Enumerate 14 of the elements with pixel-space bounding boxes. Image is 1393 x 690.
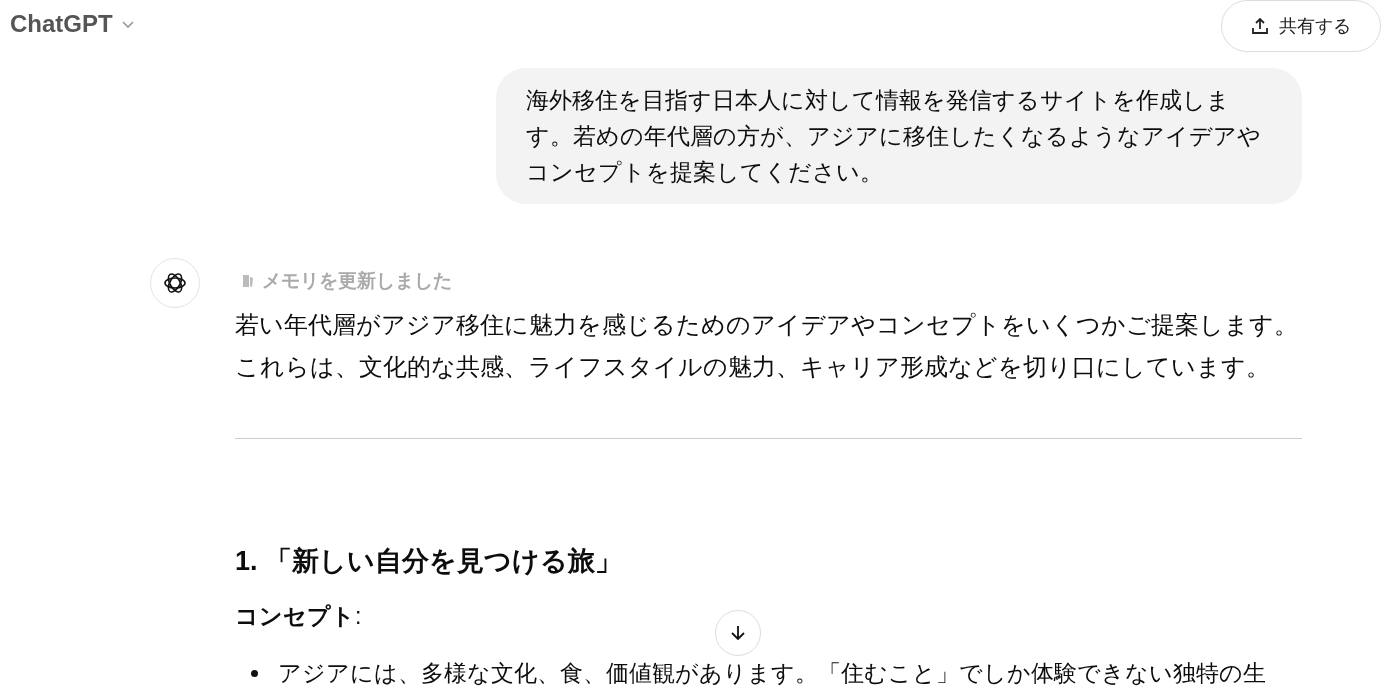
share-icon <box>1251 17 1269 35</box>
section-heading: 1. 「新しい自分を見つける旅」 <box>235 545 624 578</box>
memory-icon <box>240 273 256 289</box>
arrow-down-icon <box>729 624 747 642</box>
share-button[interactable]: 共有する <box>1221 0 1381 52</box>
user-message: 海外移住を目指す日本人に対して情報を発信するサイトを作成します。若めの年代層の方が、アジアに移住したくなるようなアイデアやコンセプトを提案してください。 <box>496 68 1302 204</box>
scroll-down-button[interactable] <box>715 610 761 656</box>
model-selector[interactable]: ChatGPT <box>10 10 135 38</box>
memory-note: メモリを更新しました <box>262 269 452 293</box>
bullet-dot <box>251 670 258 677</box>
bullet-text: アジアには、多様な文化、食、価値観があります。「住むこと」でしか体験できない独特の生 <box>278 659 1266 688</box>
concept-label: コンセプト: <box>235 602 363 631</box>
response-paragraph: 若い年代層がアジア移住に魅力を感じるためのアイデアやコンセプトをいくつかご提案します。これらは、文化的な共感、ライフスタイルの魅力、キャリア形成などを切り口にしています。 <box>235 311 1299 382</box>
logo-icon <box>162 270 188 296</box>
